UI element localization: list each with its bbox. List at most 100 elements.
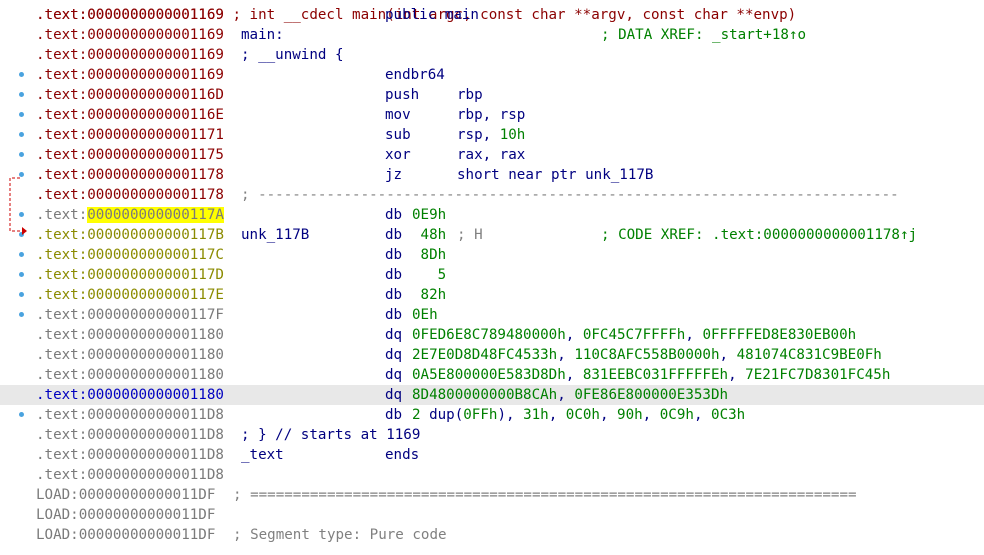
instruction-operands[interactable]: 2 dup(0FFh), 31h, 0C0h, 90h, 0C9h, 0C3h: [412, 405, 745, 425]
instruction-operands[interactable]: 8D4800000000B8CAh, 0FE86E800000E353Dh: [412, 385, 728, 405]
line-address[interactable]: .text:000000000000116D: [36, 85, 224, 105]
instruction-mnemonic[interactable]: dq: [385, 365, 402, 385]
line-address[interactable]: LOAD:00000000000011DF: [36, 505, 215, 525]
line-address[interactable]: .text:000000000000116E: [36, 105, 224, 125]
listing-line[interactable]: .text:0000000000001169 ; __unwind {: [0, 45, 984, 65]
line-address[interactable]: .text:0000000000001169: [36, 65, 224, 85]
line-label[interactable]: ; __unwind {: [241, 45, 344, 65]
line-address[interactable]: LOAD:00000000000011DF: [36, 485, 215, 505]
listing-line[interactable]: .text:000000000000117F db 0Eh: [0, 305, 984, 325]
address-value: 000000000000117D: [87, 267, 224, 283]
instruction-mnemonic[interactable]: db: [385, 225, 402, 245]
instruction-operands[interactable]: 48h: [412, 225, 447, 245]
listing-line[interactable]: .text:00000000000011D8 ; } // starts at 1…: [0, 425, 984, 445]
listing-line[interactable]: LOAD:00000000000011DF ; =================…: [0, 485, 984, 505]
xref-comment[interactable]: ; CODE XREF: .text:0000000000001178↑j: [601, 225, 917, 245]
line-address[interactable]: .text:000000000000117D: [36, 265, 224, 285]
listing-line[interactable]: .text:000000000000116D push rbp: [0, 85, 984, 105]
line-label[interactable]: _text: [241, 445, 284, 465]
listing-line[interactable]: .text:0000000000001178 jz short near ptr u…: [0, 165, 984, 185]
disassembly-view[interactable]: .text:0000000000001169 ; int __cdecl mai…: [0, 0, 984, 555]
listing-line[interactable]: .text:0000000000001180 dq 8D4800000000B8CA…: [0, 385, 984, 405]
instruction-mnemonic[interactable]: xor: [385, 145, 411, 165]
instruction-operands[interactable]: 8Dh: [412, 245, 447, 265]
line-address[interactable]: .text:00000000000011D8: [36, 465, 224, 485]
instruction-operands[interactable]: 0FED6E8C789480000h, 0FC45C7FFFFh, 0FFFFF…: [412, 325, 856, 345]
listing-line[interactable]: .text:0000000000001180 dq 2E7E0D8D48FC4533…: [0, 345, 984, 365]
listing-line[interactable]: .text:00000000000011D8 _text ends: [0, 445, 984, 465]
instruction-operands[interactable]: 5: [412, 265, 447, 285]
instruction-operands[interactable]: rax, rax: [457, 145, 525, 165]
instruction-mnemonic[interactable]: dq: [385, 325, 402, 345]
listing-line[interactable]: .text:0000000000001178 ; ----------------…: [0, 185, 984, 205]
listing-line[interactable]: .text:00000000000011D8: [0, 465, 984, 485]
listing-line[interactable]: .text:0000000000001169 endbr64: [0, 65, 984, 85]
instruction-mnemonic[interactable]: mov: [385, 105, 411, 125]
listing-line[interactable]: .text:000000000000117E db 82h: [0, 285, 984, 305]
listing-line[interactable]: .text:000000000000117D db 5: [0, 265, 984, 285]
line-address[interactable]: .text:0000000000001180: [36, 345, 224, 365]
instruction-operands[interactable]: 2E7E0D8D48FC4533h, 110C8AFC558B0000h, 48…: [412, 345, 882, 365]
instruction-mnemonic[interactable]: ends: [385, 445, 419, 465]
line-address[interactable]: .text:00000000000011D8: [36, 425, 224, 445]
line-address[interactable]: .text:0000000000001169: [36, 5, 224, 25]
address-value: 0000000000001169: [87, 67, 224, 83]
listing-line[interactable]: .text:000000000000117C db 8Dh: [0, 245, 984, 265]
instruction-mnemonic[interactable]: push: [385, 85, 419, 105]
line-label[interactable]: main:: [241, 25, 284, 45]
instruction-mnemonic[interactable]: db: [385, 245, 402, 265]
line-address[interactable]: .text:0000000000001175: [36, 145, 224, 165]
instruction-mnemonic[interactable]: db: [385, 285, 402, 305]
line-address[interactable]: LOAD:00000000000011DF: [36, 525, 215, 545]
listing-line[interactable]: .text:0000000000001180 dq 0A5E800000E583D8…: [0, 365, 984, 385]
line-address[interactable]: .text:0000000000001178: [36, 165, 224, 185]
instruction-mnemonic[interactable]: db: [385, 405, 402, 425]
instruction-operands[interactable]: rbp, rsp: [457, 105, 525, 125]
instruction-mnemonic[interactable]: db: [385, 305, 402, 325]
line-address[interactable]: .text:000000000000117E: [36, 285, 224, 305]
address-value: 0000000000001180: [87, 367, 224, 383]
instruction-mnemonic[interactable]: public main: [385, 5, 479, 25]
instruction-operands[interactable]: 0Eh: [412, 305, 438, 325]
line-address[interactable]: .text:0000000000001180: [36, 325, 224, 345]
instruction-operands[interactable]: 0E9h: [412, 205, 446, 225]
line-address[interactable]: .text:000000000000117B: [36, 225, 224, 245]
listing-line[interactable]: .text:0000000000001169 main: ; DATA XREF: …: [0, 25, 984, 45]
line-address[interactable]: .text:000000000000117F: [36, 305, 224, 325]
instruction-operands[interactable]: rbp: [457, 85, 483, 105]
instruction-operands[interactable]: 82h: [412, 285, 447, 305]
listing-line[interactable]: .text:000000000000116E mov rbp, rsp: [0, 105, 984, 125]
listing-line[interactable]: .text:00000000000011D8 db 2 dup(0FFh), 31h…: [0, 405, 984, 425]
listing-line[interactable]: .text:0000000000001175 xor rax, rax: [0, 145, 984, 165]
line-address[interactable]: .text:00000000000011D8: [36, 405, 224, 425]
instruction-mnemonic[interactable]: jz: [385, 165, 402, 185]
instruction-mnemonic[interactable]: dq: [385, 385, 402, 405]
listing-line[interactable]: .text:0000000000001169 public main: [0, 5, 984, 25]
line-label[interactable]: unk_117B: [241, 225, 309, 245]
line-address[interactable]: .text:000000000000117C: [36, 245, 224, 265]
xref-comment[interactable]: ; DATA XREF: _start+18↑o: [601, 25, 806, 45]
instruction-operands[interactable]: rsp, 10h: [457, 125, 525, 145]
line-address[interactable]: .text:00000000000011D8: [36, 445, 224, 465]
instruction-mnemonic[interactable]: endbr64: [385, 65, 445, 85]
line-label[interactable]: ; } // starts at 1169: [241, 425, 420, 445]
listing-line[interactable]: LOAD:00000000000011DF ; Segment type: Pur…: [0, 525, 984, 545]
line-address[interactable]: .text:000000000000117A: [36, 205, 224, 225]
listing-line[interactable]: .text:000000000000117B unk_117B db 48h ; H;…: [0, 225, 984, 245]
listing-line[interactable]: .text:0000000000001171 sub rsp, 10h: [0, 125, 984, 145]
instruction-mnemonic[interactable]: dq: [385, 345, 402, 365]
line-address[interactable]: .text:0000000000001180: [36, 365, 224, 385]
instruction-mnemonic[interactable]: db: [385, 205, 402, 225]
instruction-operands[interactable]: 0A5E800000E583D8Dh, 831EEBC031FFFFFEh, 7…: [412, 365, 890, 385]
line-address[interactable]: .text:0000000000001169: [36, 45, 224, 65]
line-address[interactable]: .text:0000000000001169: [36, 25, 224, 45]
instruction-mnemonic[interactable]: db: [385, 265, 402, 285]
line-address[interactable]: .text:0000000000001171: [36, 125, 224, 145]
line-address[interactable]: .text:0000000000001178: [36, 185, 224, 205]
instruction-operands[interactable]: short near ptr unk_117B: [457, 165, 653, 185]
instruction-mnemonic[interactable]: sub: [385, 125, 411, 145]
line-address[interactable]: .text:0000000000001180: [36, 385, 224, 405]
listing-line[interactable]: .text:0000000000001180 dq 0FED6E8C78948000…: [0, 325, 984, 345]
listing-line[interactable]: .text:000000000000117A db 0E9h: [0, 205, 984, 225]
listing-line[interactable]: LOAD:00000000000011DF: [0, 505, 984, 525]
